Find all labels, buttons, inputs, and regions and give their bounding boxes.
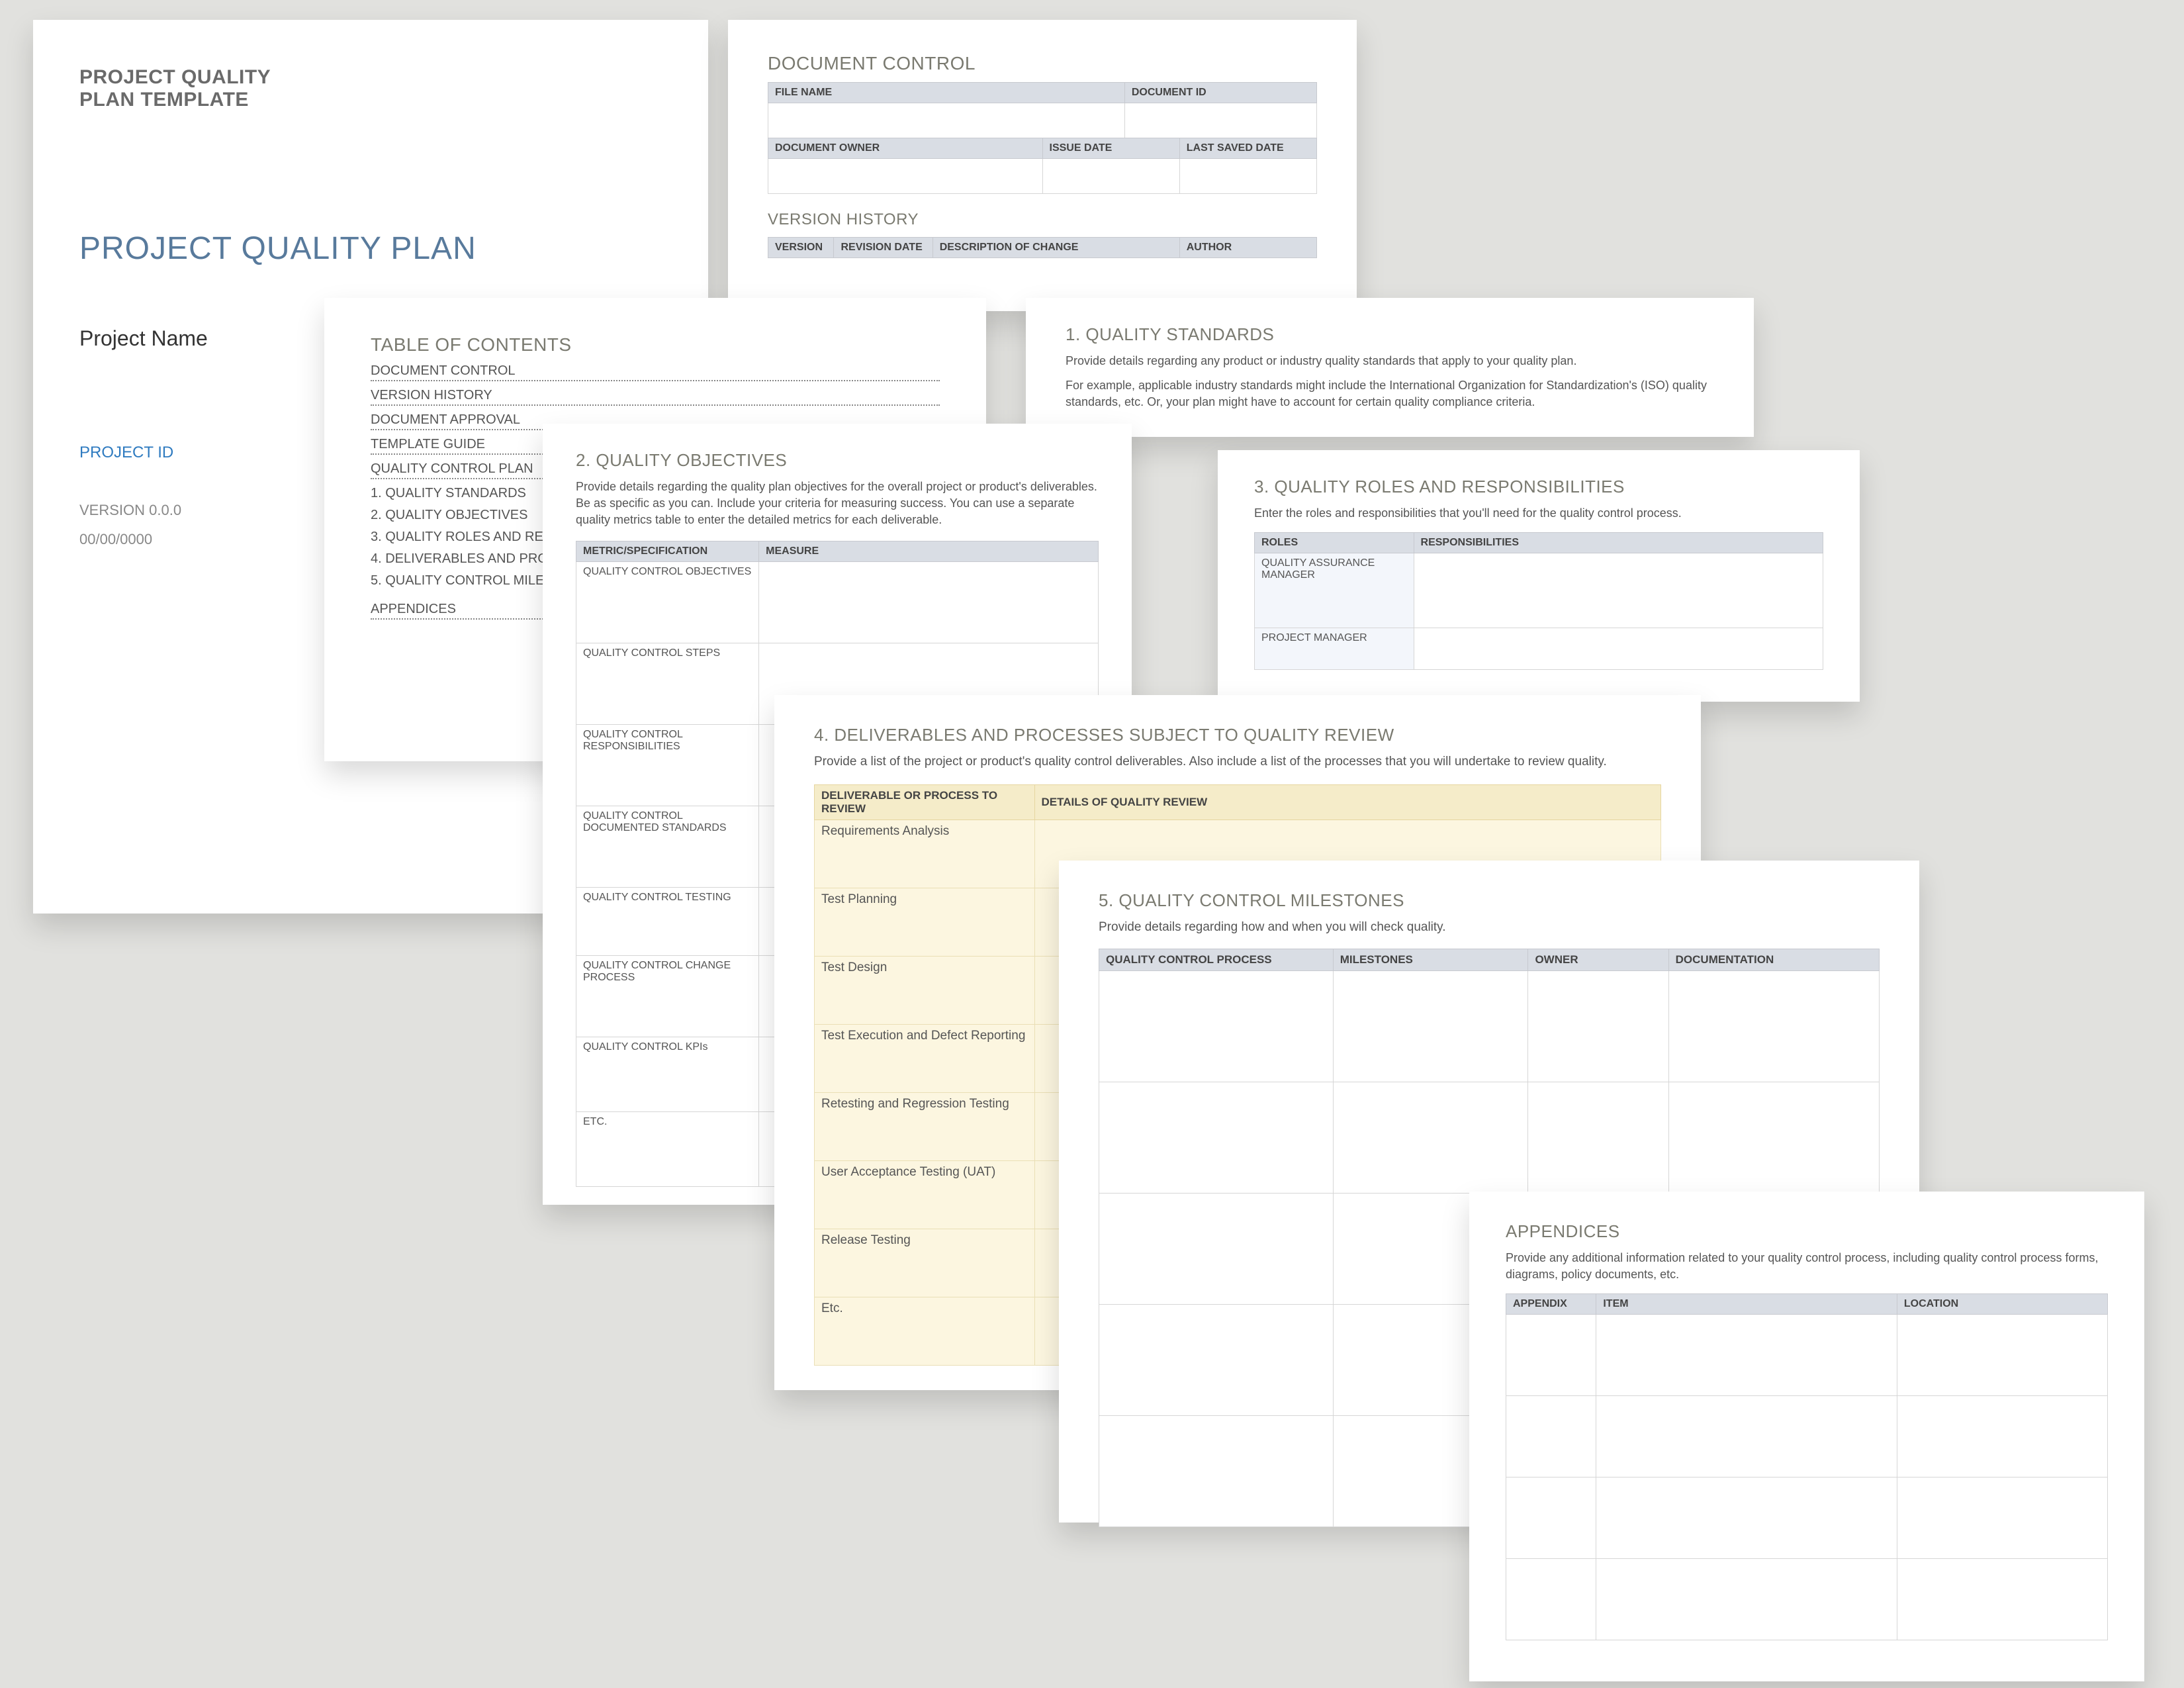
appendices-heading: APPENDICES (1506, 1221, 2108, 1242)
th-deliverable: DELIVERABLE OR PROCESS TO REVIEW (815, 784, 1035, 820)
quality-roles-page: 3. QUALITY ROLES AND RESPONSIBILITIES En… (1218, 450, 1860, 702)
roles-table: ROLES RESPONSIBILITIES QUALITY ASSURANCE… (1254, 532, 1823, 670)
th-responsibilities: RESPONSIBILITIES (1414, 533, 1823, 553)
doc-control-heading: DOCUMENT CONTROL (768, 53, 1317, 74)
template-title-line2: PLAN TEMPLATE (79, 89, 662, 111)
appendices-table: APPENDIX ITEM LOCATION (1506, 1293, 2108, 1640)
th-last-saved-date: LAST SAVED DATE (1179, 138, 1316, 159)
version-history-heading: VERSION HISTORY (768, 211, 1317, 229)
version-history-table: VERSION REVISION DATE DESCRIPTION OF CHA… (768, 237, 1317, 258)
objectives-p1: Provide details regarding the quality pl… (576, 479, 1099, 529)
obj-row: QUALITY CONTROL TESTING (576, 887, 759, 955)
th-process: QUALITY CONTROL PROCESS (1099, 949, 1334, 970)
toc-item: DOCUMENT CONTROL (371, 363, 940, 381)
th-location: LOCATION (1897, 1294, 2107, 1315)
deliverables-p1: Provide a list of the project or product… (814, 753, 1661, 771)
th-owner: OWNER (1528, 949, 1668, 970)
milestones-p1: Provide details regarding how and when y… (1099, 919, 1880, 937)
appendices-p1: Provide any additional information relat… (1506, 1250, 2108, 1283)
document-title: PROJECT QUALITY PLAN (79, 230, 662, 267)
deliverables-heading: 4. DELIVERABLES AND PROCESSES SUBJECT TO… (814, 725, 1661, 745)
milestones-heading: 5. QUALITY CONTROL MILESTONES (1099, 890, 1880, 911)
document-control-page: DOCUMENT CONTROL FILE NAME DOCUMENT ID D… (728, 20, 1357, 311)
obj-row: QUALITY CONTROL STEPS (576, 643, 759, 724)
obj-row: QUALITY CONTROL KPIs (576, 1037, 759, 1111)
template-title-line1: PROJECT QUALITY (79, 66, 662, 89)
deliv-row: User Acceptance Testing (UAT) (815, 1160, 1035, 1229)
obj-row: QUALITY CONTROL OBJECTIVES (576, 561, 759, 643)
appendices-page: APPENDICES Provide any additional inform… (1469, 1192, 2144, 1681)
roles-row: PROJECT MANAGER (1255, 628, 1414, 670)
th-file-name: FILE NAME (768, 83, 1125, 103)
obj-row: ETC. (576, 1111, 759, 1186)
th-description: DESCRIPTION OF CHANGE (933, 238, 1179, 258)
deliv-row: Test Design (815, 956, 1035, 1024)
deliv-row: Requirements Analysis (815, 820, 1035, 888)
th-measure: MEASURE (759, 541, 1099, 561)
roles-p1: Enter the roles and responsibilities tha… (1254, 505, 1823, 522)
obj-row: QUALITY CONTROL CHANGE PROCESS (576, 955, 759, 1037)
standards-p1: Provide details regarding any product or… (1066, 353, 1714, 369)
doc-control-table-2: DOCUMENT OWNER ISSUE DATE LAST SAVED DAT… (768, 138, 1317, 194)
standards-heading: 1. QUALITY STANDARDS (1066, 324, 1714, 345)
th-issue-date: ISSUE DATE (1042, 138, 1179, 159)
deliv-row: Etc. (815, 1297, 1035, 1365)
th-documentation: DOCUMENTATION (1668, 949, 1879, 970)
th-document-owner: DOCUMENT OWNER (768, 138, 1043, 159)
toc-item: VERSION HISTORY (371, 388, 940, 406)
th-details: DETAILS OF QUALITY REVIEW (1034, 784, 1661, 820)
objectives-heading: 2. QUALITY OBJECTIVES (576, 450, 1099, 471)
doc-control-table-1: FILE NAME DOCUMENT ID (768, 82, 1317, 138)
deliv-row: Test Execution and Defect Reporting (815, 1024, 1035, 1092)
quality-standards-page: 1. QUALITY STANDARDS Provide details reg… (1026, 298, 1754, 437)
th-appendix: APPENDIX (1506, 1294, 1596, 1315)
deliv-row: Test Planning (815, 888, 1035, 956)
roles-row: QUALITY ASSURANCE MANAGER (1255, 553, 1414, 628)
th-milestones: MILESTONES (1333, 949, 1528, 970)
obj-row: QUALITY CONTROL DOCUMENTED STANDARDS (576, 806, 759, 887)
th-document-id: DOCUMENT ID (1124, 83, 1316, 103)
th-version: VERSION (768, 238, 834, 258)
toc-heading: TABLE OF CONTENTS (371, 334, 940, 355)
obj-row: QUALITY CONTROL RESPONSIBILITIES (576, 724, 759, 806)
th-metric: METRIC/SPECIFICATION (576, 541, 759, 561)
deliv-row: Release Testing (815, 1229, 1035, 1297)
th-author: AUTHOR (1179, 238, 1316, 258)
th-revision-date: REVISION DATE (834, 238, 933, 258)
roles-heading: 3. QUALITY ROLES AND RESPONSIBILITIES (1254, 477, 1823, 497)
th-item: ITEM (1596, 1294, 1897, 1315)
th-roles: ROLES (1255, 533, 1414, 553)
deliv-row: Retesting and Regression Testing (815, 1092, 1035, 1160)
standards-p2: For example, applicable industry standar… (1066, 377, 1714, 410)
